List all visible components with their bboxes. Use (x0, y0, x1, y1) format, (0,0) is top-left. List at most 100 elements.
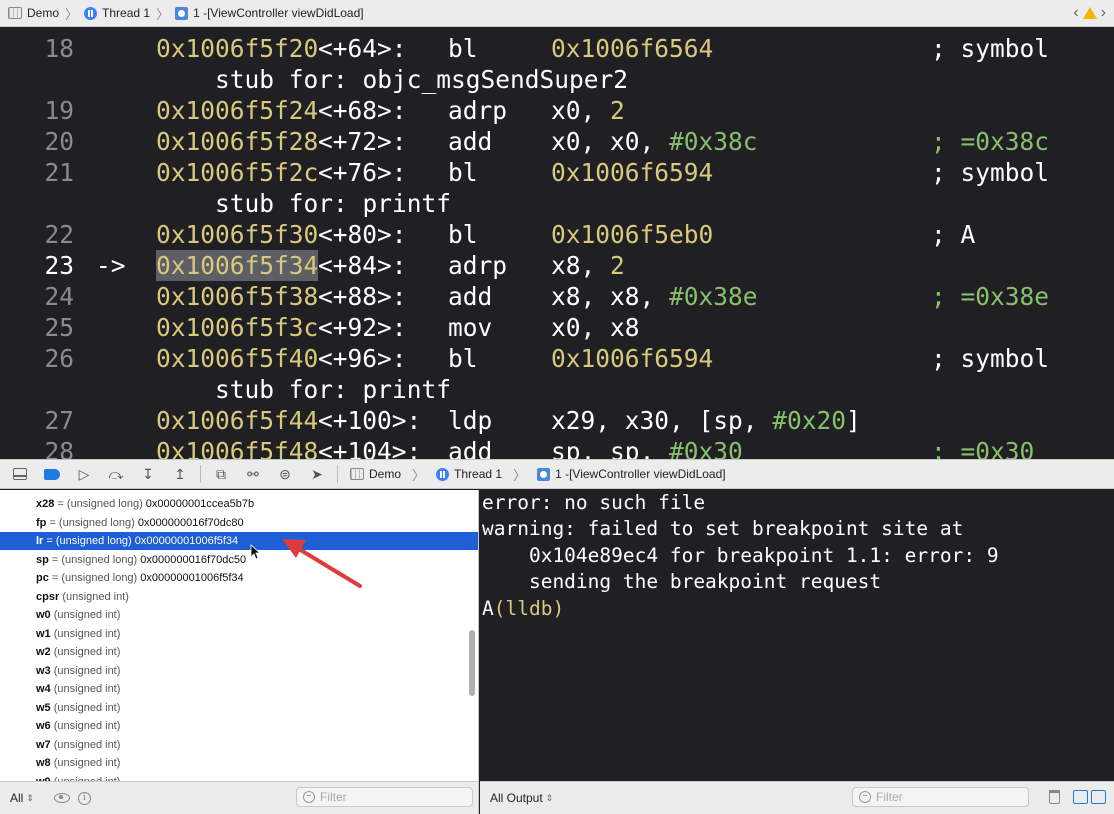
jump-bar-thread-label: Thread 1 (102, 6, 151, 20)
line-number: 27 (44, 406, 74, 435)
console-filter-placeholder: Filter (876, 790, 903, 804)
variable-name: w7 (36, 738, 51, 751)
debug-project-label[interactable]: Demo (369, 467, 401, 481)
operand-token: x0, (551, 96, 611, 125)
breakpoint-icon (44, 468, 60, 480)
view-hierarchy-button[interactable]: ⧉ (209, 462, 233, 486)
jump-bar-thread[interactable]: Thread 1 (84, 6, 150, 20)
disassembly-line[interactable]: 24 0x1006f5f38 <+88>: add x8, x8, #0x38e ; =0… (0, 281, 1114, 312)
console-line: warning: failed to set breakpoint site a… (482, 517, 964, 540)
toolbar-divider (200, 465, 201, 483)
breakpoints-toggle-button[interactable] (40, 462, 64, 486)
disassembly-line-continuation: stub for: printf (0, 374, 1114, 405)
info-icon[interactable]: i (77, 791, 91, 805)
variable-type: (unsigned int) (53, 683, 121, 695)
console-output-select[interactable]: All Output ⇕ (490, 791, 553, 805)
variable-type: (unsigned int) (53, 720, 121, 732)
right-pane-toggle-icon[interactable] (1091, 790, 1106, 804)
console-output-value: All Output (490, 791, 543, 805)
variable-name: w0 (36, 609, 51, 621)
line-number: 28 (44, 437, 74, 459)
variable-row[interactable]: w4 (unsigned int) (0, 680, 478, 698)
console-footer: All Output ⇕ Filter (480, 781, 1114, 814)
disassembly-line[interactable]: 28 0x1006f5f48 <+104>: add sp, sp, #0x30 ; =0… (0, 436, 1114, 459)
step-over-button[interactable]: ⤼ (104, 462, 128, 486)
step-out-button[interactable]: ↥ (168, 462, 192, 486)
memory-graph-button[interactable]: ⚯ (241, 462, 265, 486)
toggle-debug-area-button[interactable] (8, 462, 32, 486)
updown-chevron-icon: ⇕ (26, 793, 34, 803)
console-filter-field[interactable]: Filter (852, 787, 1029, 807)
variable-value: 0x00000001006f5f34 (140, 572, 244, 584)
variable-type: (unsigned int) (53, 664, 121, 677)
disassembly-view[interactable]: 18 0x1006f5f20 <+64>: bl 0x1006f6564 ; symbol… (0, 27, 1114, 459)
variable-type: = (unsigned long) (51, 572, 138, 584)
jump-bar-project[interactable]: Demo (8, 6, 59, 20)
console-prompt-prefix: A (482, 597, 494, 620)
variable-row[interactable]: w2 (unsigned int) (0, 643, 478, 661)
eye-icon[interactable] (53, 793, 70, 803)
console-prompt-line[interactable]: A(lldb) (482, 596, 564, 622)
variable-row[interactable]: fp = (unsigned long) 0x000000016f70dc80 (0, 514, 478, 532)
variable-row[interactable]: w8 (unsigned int) (0, 754, 478, 772)
instruction-comment: ; symbol (931, 34, 1050, 63)
instruction-offset: <+92>: (318, 313, 407, 342)
disassembly-line[interactable]: 23 -> 0x1006f5f34 <+84>: adrp x8, 2 (0, 250, 1114, 281)
console-line: error: no such file (482, 491, 706, 514)
jump-bar-frame[interactable]: 1 -[ViewController viewDidLoad] (175, 6, 364, 20)
variables-scope-select[interactable]: All ⇕ (10, 791, 34, 805)
instruction-operands: x8, 2 (551, 250, 625, 281)
instruction-address: 0x1006f5f34 (156, 250, 319, 281)
variable-row[interactable]: w3 (unsigned int) (0, 662, 478, 680)
variable-value: 0x00000001ccea5b7b (145, 498, 255, 510)
forward-icon[interactable]: › (1101, 4, 1106, 22)
simulate-location-button[interactable]: ➤ (305, 462, 329, 486)
disassembly-line[interactable]: 27 0x1006f5f44 <+100>: ldp x29, x30, [sp, #0… (0, 405, 1114, 436)
variable-row[interactable]: w0 (unsigned int) (0, 606, 478, 624)
variables-scrollbar[interactable] (469, 630, 475, 696)
variable-row[interactable]: x28 = (unsigned long) 0x00000001ccea5b7b (0, 495, 478, 513)
disassembly-line[interactable]: 20 0x1006f5f28 <+72>: add x0, x0, #0x38c ; =0… (0, 126, 1114, 157)
variables-filter-field[interactable]: Filter (296, 787, 473, 807)
trash-icon[interactable] (1049, 790, 1060, 804)
variable-row[interactable]: pc = (unsigned long) 0x00000001006f5f34 (0, 569, 478, 587)
instruction-offset: <+72>: (318, 127, 407, 156)
variable-row[interactable]: w9 (unsigned int) (0, 773, 478, 782)
instruction-operands: x29, x30, [sp, #0x20] (551, 405, 861, 436)
disassembly-line[interactable]: 26 0x1006f5f40 <+96>: bl 0x1006f6594 ; symbol (0, 343, 1114, 374)
environment-overrides-button[interactable]: ⊜ (273, 462, 297, 486)
variable-type: (unsigned int) (53, 757, 121, 769)
disassembly-line[interactable]: 21 0x1006f5f2c <+76>: bl 0x1006f6594 ; symbol (0, 157, 1114, 188)
step-into-button[interactable]: ↧ (136, 462, 160, 486)
toolbar-divider (337, 465, 338, 483)
operand-token: 0x1006f6594 (551, 158, 714, 187)
step-into-icon: ↧ (142, 465, 154, 482)
disassembly-line[interactable]: 25 0x1006f5f3c <+92>: mov x0, x8 (0, 312, 1114, 343)
variable-row[interactable]: w1 (unsigned int) (0, 625, 478, 643)
debug-frame-label[interactable]: 1 -[ViewController viewDidLoad] (555, 467, 726, 481)
variable-row[interactable]: w7 (unsigned int) (0, 736, 478, 754)
instruction-comment: ; =0x30 (931, 437, 1035, 459)
disassembly-line[interactable]: 22 0x1006f5f30 <+80>: bl 0x1006f5eb0 ; A (0, 219, 1114, 250)
continue-button[interactable]: ▷ (72, 462, 96, 486)
disassembly-line[interactable]: 18 0x1006f5f20 <+64>: bl 0x1006f6564 ; symbol (0, 33, 1114, 64)
console-output[interactable]: error: no such file warning: failed to s… (480, 490, 1114, 781)
variable-type: (unsigned int) (62, 590, 129, 603)
left-pane-toggle-icon[interactable] (1073, 790, 1088, 804)
variable-row[interactable]: sp = (unsigned long) 0x000000016f70dc50 (0, 551, 478, 569)
back-icon[interactable]: ‹ (1073, 4, 1078, 22)
warning-icon[interactable] (1082, 7, 1097, 19)
instruction-comment: ; =0x38e (931, 282, 1050, 311)
variable-row[interactable]: w5 (unsigned int) (0, 699, 478, 717)
operand-token: 2 (610, 251, 625, 280)
variable-row[interactable]: lr = (unsigned long) 0x00000001006f5f34 (0, 532, 478, 550)
debug-thread-label[interactable]: Thread 1 (454, 467, 502, 481)
disassembly-line[interactable]: 19 0x1006f5f24 <+68>: adrp x0, 2 (0, 95, 1114, 126)
variable-row[interactable]: w6 (unsigned int) (0, 717, 478, 735)
variables-footer: All ⇕ i Filter (0, 781, 479, 814)
variable-row[interactable]: cpsr (unsigned int) (0, 588, 478, 606)
variables-view[interactable]: w9 (unsigned int) w8 (unsigned int) w7 (… (0, 490, 479, 781)
operand-token: x8, x8, (551, 282, 670, 311)
project-icon (350, 468, 364, 480)
thread-icon (84, 6, 98, 20)
